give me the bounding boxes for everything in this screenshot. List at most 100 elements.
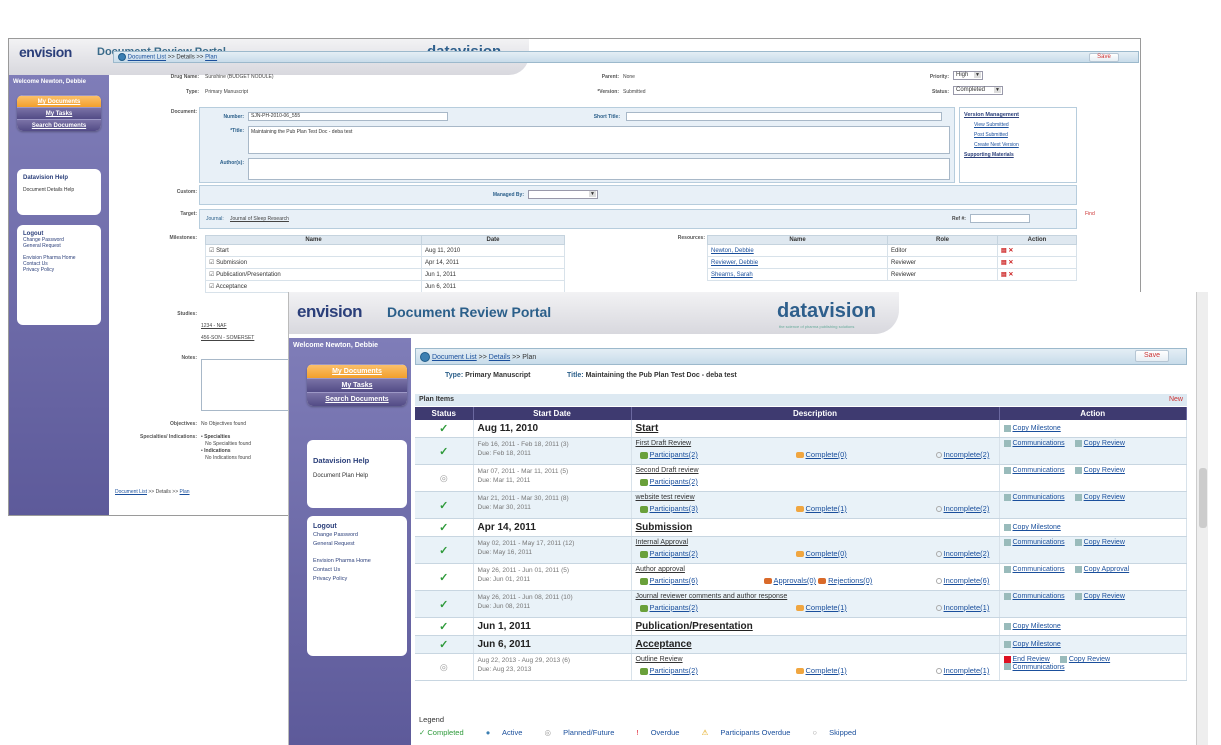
general-request-link[interactable]: General Request xyxy=(23,243,95,249)
logout-link[interactable]: Logout xyxy=(313,522,401,531)
help-link[interactable]: Document Plan Help xyxy=(313,473,401,479)
nav-search-documents[interactable]: Search Documents xyxy=(17,119,101,131)
delete-icon[interactable]: ✕ xyxy=(1008,260,1013,266)
copy-approval-link[interactable]: Copy Approval xyxy=(1084,566,1130,573)
priority-select[interactable]: High xyxy=(953,71,983,80)
edit-icon[interactable]: ▤ xyxy=(1001,260,1007,266)
version-mgmt-link[interactable]: Version Management xyxy=(964,112,1072,118)
copy-milestone-link[interactable]: Copy Milestone xyxy=(1013,524,1061,531)
delete-icon[interactable]: ✕ xyxy=(1008,248,1013,254)
participants-link[interactable]: Participants(3) xyxy=(650,504,698,513)
privacy-link[interactable]: Privacy Policy xyxy=(23,267,95,273)
incomplete-link[interactable]: Incomplete(2) xyxy=(944,504,990,513)
review-name[interactable]: Author approval xyxy=(636,566,685,573)
complete-link[interactable]: Complete(1) xyxy=(806,666,847,675)
incomplete-link[interactable]: Incomplete(2) xyxy=(944,450,990,459)
save-button[interactable]: Save xyxy=(1135,350,1169,362)
new-button[interactable]: New xyxy=(1169,396,1183,403)
communications-link[interactable]: Communications xyxy=(1013,440,1065,447)
resource-name[interactable]: Newton, Debbie xyxy=(711,248,754,254)
incomplete-link[interactable]: Incomplete(1) xyxy=(944,603,990,612)
status-select[interactable]: Completed xyxy=(953,86,1003,95)
milestone-date[interactable]: Jun 6, 2011 xyxy=(421,280,565,293)
communications-link[interactable]: Communications xyxy=(1013,664,1065,671)
find-button[interactable]: Find xyxy=(1085,211,1095,217)
milestone-name[interactable]: Acceptance xyxy=(636,639,692,650)
crumb-document-list[interactable]: Document List xyxy=(128,55,166,61)
managed-by-select[interactable] xyxy=(528,190,598,199)
back-icon[interactable] xyxy=(420,352,430,362)
complete-link[interactable]: Complete(1) xyxy=(806,603,847,612)
footer-crumb-plan[interactable]: Plan xyxy=(180,489,190,495)
envision-home-link[interactable]: Envision Pharma Home xyxy=(313,557,401,566)
col-status[interactable]: Status xyxy=(415,407,474,420)
copy-milestone-link[interactable]: Copy Milestone xyxy=(1013,425,1061,432)
review-name[interactable]: Internal Approval xyxy=(636,539,689,546)
view-submitted-link[interactable]: View Submitted xyxy=(974,122,1072,128)
number-input[interactable]: SJN-PH-2010-06_555 xyxy=(248,112,448,121)
communications-link[interactable]: Communications xyxy=(1013,593,1065,600)
copy-review-link[interactable]: Copy Review xyxy=(1069,656,1110,663)
col-start-date[interactable]: Start Date xyxy=(473,407,632,420)
back-save-button[interactable]: Save xyxy=(1089,53,1119,62)
communications-link[interactable]: Communications xyxy=(1013,539,1065,546)
nav-my-documents[interactable]: My Documents xyxy=(307,364,407,378)
communications-link[interactable]: Communications xyxy=(1013,467,1065,474)
journal-link[interactable]: Journal of Sleep Research xyxy=(230,216,289,222)
participants-link[interactable]: Participants(2) xyxy=(650,450,698,459)
review-name[interactable]: Journal reviewer comments and author res… xyxy=(636,593,788,600)
end-review-link[interactable]: End Review xyxy=(1013,656,1050,663)
participants-link[interactable]: Participants(2) xyxy=(650,603,698,612)
back-icon[interactable] xyxy=(118,53,126,61)
milestone-name[interactable]: Submission xyxy=(636,522,693,533)
study-link[interactable]: 456-SON - SOMERSET xyxy=(201,335,254,341)
ref-input[interactable] xyxy=(970,214,1030,223)
crumb-plan[interactable]: Plan xyxy=(205,55,217,61)
supporting-materials-link[interactable]: Supporting Materials xyxy=(964,152,1072,158)
change-password-link[interactable]: Change Password xyxy=(313,531,401,540)
complete-link[interactable]: Complete(1) xyxy=(806,504,847,513)
milestone-name[interactable]: Start xyxy=(636,423,659,434)
approvals-link[interactable]: Approvals(0) xyxy=(774,576,817,585)
privacy-link[interactable]: Privacy Policy xyxy=(313,575,401,584)
copy-review-link[interactable]: Copy Review xyxy=(1084,494,1125,501)
scrollbar[interactable] xyxy=(1196,292,1208,745)
help-link[interactable]: Document Details Help xyxy=(23,187,95,193)
review-name[interactable]: Outline Review xyxy=(636,656,683,663)
nav-search-documents[interactable]: Search Documents xyxy=(307,392,407,406)
edit-icon[interactable]: ▤ xyxy=(1001,248,1007,254)
review-name[interactable]: First Draft Review xyxy=(636,440,692,447)
copy-milestone-link[interactable]: Copy Milestone xyxy=(1013,623,1061,630)
complete-link[interactable]: Complete(0) xyxy=(806,549,847,558)
create-next-version-link[interactable]: Create Next Version xyxy=(974,142,1072,148)
communications-link[interactable]: Communications xyxy=(1013,566,1065,573)
notes-input[interactable] xyxy=(201,359,297,411)
general-request-link[interactable]: General Request xyxy=(313,540,401,549)
incomplete-link[interactable]: Incomplete(2) xyxy=(944,549,990,558)
participants-link[interactable]: Participants(2) xyxy=(650,549,698,558)
communications-link[interactable]: Communications xyxy=(1013,494,1065,501)
nav-my-tasks[interactable]: My Tasks xyxy=(307,378,407,392)
footer-crumb-document-list[interactable]: Document List xyxy=(115,489,147,495)
crumb-document-list[interactable]: Document List xyxy=(432,354,477,361)
milestone-date[interactable]: Apr 14, 2011 xyxy=(421,256,565,269)
milestone-date[interactable]: Aug 11, 2010 xyxy=(421,244,565,257)
copy-review-link[interactable]: Copy Review xyxy=(1084,593,1125,600)
authors-input[interactable] xyxy=(248,158,950,180)
col-description[interactable]: Description xyxy=(631,407,1000,420)
short-title-input[interactable] xyxy=(626,112,942,121)
milestone-date[interactable]: Jun 1, 2011 xyxy=(421,268,565,281)
resource-name[interactable]: Shearns, Sarah xyxy=(711,272,753,278)
participants-link[interactable]: Participants(2) xyxy=(650,477,698,486)
nav-my-tasks[interactable]: My Tasks xyxy=(17,107,101,119)
incomplete-link[interactable]: Incomplete(1) xyxy=(944,666,990,675)
participants-link[interactable]: Participants(2) xyxy=(650,666,698,675)
title-input[interactable]: Maintaining the Pub Plan Test Doc - deba… xyxy=(248,126,950,154)
edit-icon[interactable]: ▤ xyxy=(1001,272,1007,278)
review-name[interactable]: website test review xyxy=(636,494,695,501)
rejections-link[interactable]: Rejections(0) xyxy=(828,576,872,585)
milestone-name[interactable]: Publication/Presentation xyxy=(636,621,753,632)
contact-us-link[interactable]: Contact Us xyxy=(313,566,401,575)
complete-link[interactable]: Complete(0) xyxy=(806,450,847,459)
resource-name[interactable]: Reviewer, Debbie xyxy=(711,260,758,266)
